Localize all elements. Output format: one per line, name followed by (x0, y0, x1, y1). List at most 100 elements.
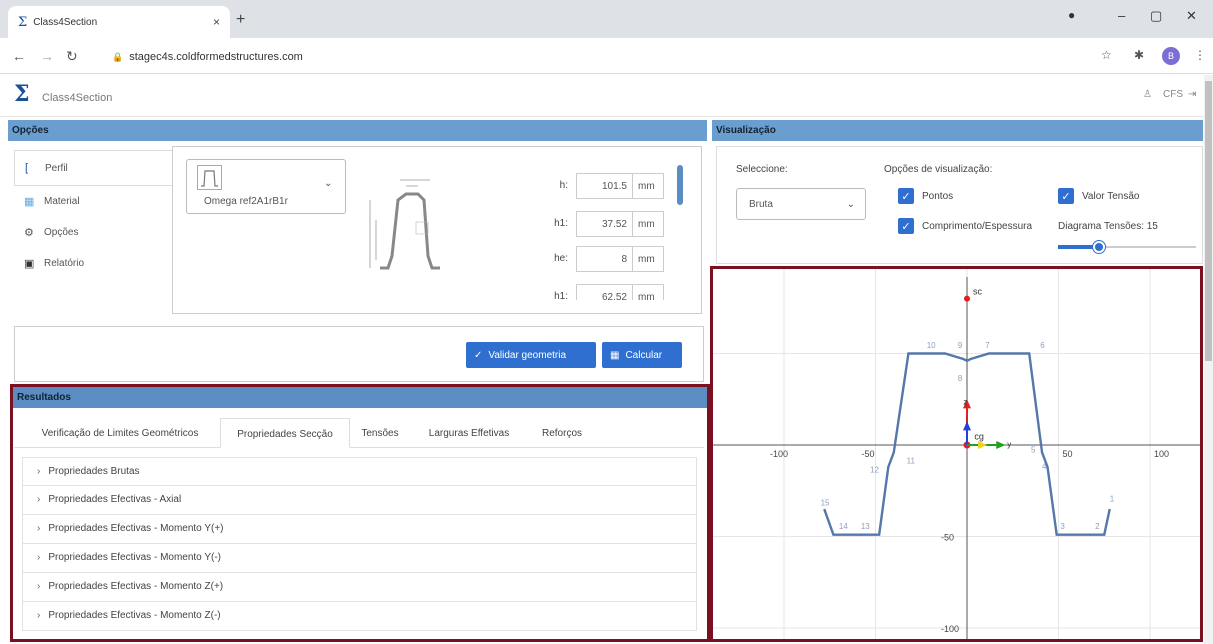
cg-y-arrow-head (977, 441, 988, 449)
nav-item-label: Opções (44, 227, 79, 238)
node-label: 9 (958, 341, 963, 350)
tab-close-icon[interactable]: × (213, 15, 220, 29)
node-label: 2 (1095, 522, 1100, 531)
app-name: Class4Section (42, 92, 113, 104)
chevron-right-icon: › (37, 466, 41, 477)
x-tick-label: -50 (862, 449, 875, 459)
slider-knob[interactable] (1093, 241, 1106, 253)
nav-item-label: Material (44, 196, 80, 207)
node-label: 3 (1060, 522, 1065, 531)
logout-icon[interactable]: ⇥ (1188, 89, 1196, 100)
bracket-icon: [ (25, 162, 29, 174)
select-label: Seleccione: (736, 164, 788, 175)
calculator-icon: ▦ (610, 349, 620, 361)
window-minimize-button[interactable]: – (1118, 8, 1125, 23)
node-label: 5 (1031, 445, 1036, 454)
forward-arrow-icon[interactable]: → (40, 48, 54, 64)
y-axis-label: y (1007, 440, 1011, 449)
stress-diagram-slider[interactable] (1058, 240, 1196, 254)
extensions-puzzle-icon[interactable]: ✱ (1134, 48, 1144, 62)
node-label: 11 (907, 456, 916, 465)
chevron-right-icon: › (37, 552, 41, 563)
node-label: 1 (1110, 495, 1115, 504)
y-tick-label: -50 (941, 533, 954, 543)
check-icon: ✓ (474, 349, 483, 361)
accordion-item[interactable]: › Propriedades Efectivas - Momento Y(-) (22, 544, 697, 573)
actions-box (14, 326, 704, 382)
shear-center-point (964, 295, 970, 302)
app-header: Σ Class4Section ♙ CFS ⇥ (0, 75, 1213, 117)
checkmark-icon: ✓ (898, 188, 914, 204)
z-axis-label: z (963, 398, 967, 407)
nav-item-perfil[interactable]: [ Perfil (14, 150, 172, 186)
x-tick-label: 50 (1063, 449, 1073, 459)
document-icon: ▣ (24, 258, 35, 270)
visualization-panel-header: Visualização (712, 120, 1203, 141)
view-select[interactable]: Bruta ⌄ (736, 188, 866, 220)
tab-title: Class4Section (33, 16, 98, 28)
chevron-right-icon: › (37, 581, 41, 592)
node-label: 4 (1042, 462, 1047, 471)
tab-reforcos[interactable]: Reforços (530, 418, 594, 448)
node-label: 15 (821, 498, 830, 507)
browser-tab-bar: Σ Class4Section × + ● – ▢ ✕ (0, 0, 1213, 38)
window-maximize-button[interactable]: ▢ (1150, 8, 1162, 24)
accordion-item[interactable]: › Propriedades Efectivas - Momento Z(+) (22, 573, 697, 602)
tab-larguras-efetivas[interactable]: Larguras Effetivas (414, 418, 524, 448)
results-tabs: Verificação de Limites Geométricos Propr… (14, 414, 704, 448)
node-label: 7 (985, 341, 990, 350)
reload-icon[interactable]: ↻ (66, 48, 78, 65)
validate-geometry-button[interactable]: ✓ Validar geometria (466, 342, 596, 368)
accordion-item[interactable]: › Propriedades Efectivas - Momento Y(+) (22, 515, 697, 544)
profile-drawing (369, 179, 440, 270)
options-sidenav: [ Perfil ▦ Material ⚙ Opções ▣ Relatório (14, 150, 172, 279)
browser-tab[interactable]: Σ Class4Section × (8, 6, 230, 38)
accordion-item[interactable]: › Propriedades Efectivas - Momento Z(-) (22, 602, 697, 631)
tab-propriedades-seccao[interactable]: Propriedades Secção (220, 418, 350, 448)
tab-limites-geometricos[interactable]: Verificação de Limites Geométricos (20, 418, 220, 448)
profile-avatar[interactable]: B (1162, 47, 1180, 65)
back-arrow-icon[interactable]: ← (12, 48, 26, 64)
profile-select-value: Omega ref2A1rB1r (204, 196, 288, 207)
gear-icon: ⚙ (24, 227, 34, 239)
param-h1: h1: (554, 218, 568, 229)
chevron-right-icon: › (37, 523, 41, 534)
browser-menu-icon[interactable]: ⋮ (1194, 48, 1206, 62)
y-tick-label: -100 (941, 624, 959, 634)
user-icon[interactable]: ♙ (1143, 89, 1152, 100)
x-tick-label: 100 (1154, 449, 1169, 459)
browser-record-icon[interactable]: ● (1068, 8, 1075, 22)
stress-value-checkbox[interactable]: ✓ Valor Tensão (1058, 188, 1139, 204)
points-checkbox[interactable]: ✓ Pontos (898, 188, 953, 204)
bookmark-star-icon[interactable]: ☆ (1101, 48, 1112, 62)
param-he: he: (554, 253, 568, 264)
accordion-item[interactable]: › Propriedades Brutas (22, 457, 697, 486)
cfs-link[interactable]: CFS (1163, 89, 1183, 100)
node-label: 10 (927, 341, 936, 350)
address-bar-row: ← → ↻ 🔒 stagec4s.coldformedstructures.co… (0, 38, 1213, 74)
calculate-button[interactable]: ▦ Calcular (602, 342, 682, 368)
section-plot[interactable]: -100 -50 50 100-50-100123456789101112131415… (713, 269, 1200, 639)
accordion-item[interactable]: › Propriedades Efectivas - Axial (22, 486, 697, 515)
new-tab-button[interactable]: + (236, 11, 245, 29)
nav-item-relatorio[interactable]: ▣ Relatório (14, 248, 172, 279)
url-field[interactable]: 🔒 stagec4s.coldformedstructures.com (112, 46, 1072, 68)
window-close-button[interactable]: ✕ (1186, 8, 1197, 24)
nav-item-opcoes[interactable]: ⚙ Opções (14, 217, 172, 248)
sigma-favicon-icon: Σ (18, 14, 28, 30)
node-label: 6 (1040, 341, 1045, 350)
cg-label: cg (974, 432, 984, 442)
chevron-right-icon: › (37, 494, 41, 505)
app-logo: Σ (14, 81, 30, 107)
length-thickness-checkbox[interactable]: ✓ Comprimento/Espessura (898, 218, 1032, 234)
checkmark-icon: ✓ (898, 218, 914, 234)
profile-select[interactable]: Omega ref2A1rB1r ⌄ (186, 159, 346, 214)
options-panel-header: Opções (8, 120, 707, 141)
properties-accordion: › Propriedades Brutas › Propriedades Efect… (22, 457, 697, 631)
page-scrollbar[interactable] (1204, 75, 1213, 644)
chevron-down-icon: ⌄ (846, 199, 855, 210)
tab-tensoes[interactable]: Tensões (352, 418, 408, 448)
grid-icon: ▦ (24, 196, 35, 208)
nav-item-material[interactable]: ▦ Material (14, 186, 172, 217)
params-scrollbar[interactable] (677, 165, 683, 205)
